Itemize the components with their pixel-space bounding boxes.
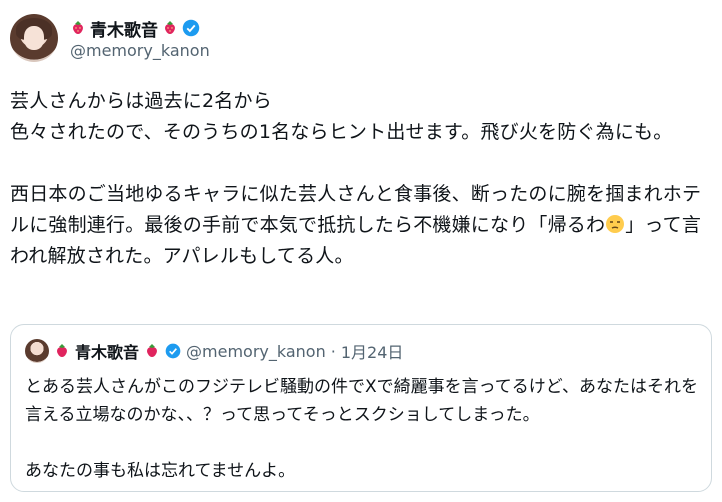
meta-separator: · <box>330 341 336 361</box>
verified-badge-icon <box>165 343 181 359</box>
strawberry-icon <box>73 21 83 34</box>
quoted-post[interactable]: 青木歌音 @memory_kanon · 1月24日 とある芸人さんがこのフジテ… <box>10 324 712 492</box>
unamused-face-icon <box>606 215 625 233</box>
author-name[interactable]: 青木歌音 <box>90 16 158 41</box>
strawberry-icon <box>147 344 157 357</box>
author-handle[interactable]: @memory_kanon <box>70 41 210 60</box>
author-avatar[interactable] <box>10 14 58 62</box>
quoted-text: とある芸人さんがこのフジテレビ騒動の件でXで綺麗事を言ってるけど、あなたはそれを… <box>25 377 698 481</box>
quoted-author-name: 青木歌音 <box>75 343 140 362</box>
quoted-date: 1月24日 <box>340 343 404 362</box>
post-text: 芸人さんからは過去に2名から 色々されたので、そのうちの1名ならヒント出せます。… <box>10 86 714 272</box>
post-header: 青木歌音 @memory_kanon <box>10 14 710 66</box>
post-body: 芸人さんからは過去に2名から 色々されたので、そのうちの1名ならヒント出せます。… <box>10 90 702 236</box>
quoted-handle: @memory_kanon <box>186 341 326 361</box>
verified-badge-icon <box>182 19 200 37</box>
quoted-avatar <box>25 339 49 363</box>
quoted-header: 青木歌音 @memory_kanon · 1月24日 <box>25 337 403 365</box>
strawberry-icon <box>57 344 67 357</box>
strawberry-icon <box>165 21 175 34</box>
author-name-row[interactable]: 青木歌音 <box>70 16 200 41</box>
